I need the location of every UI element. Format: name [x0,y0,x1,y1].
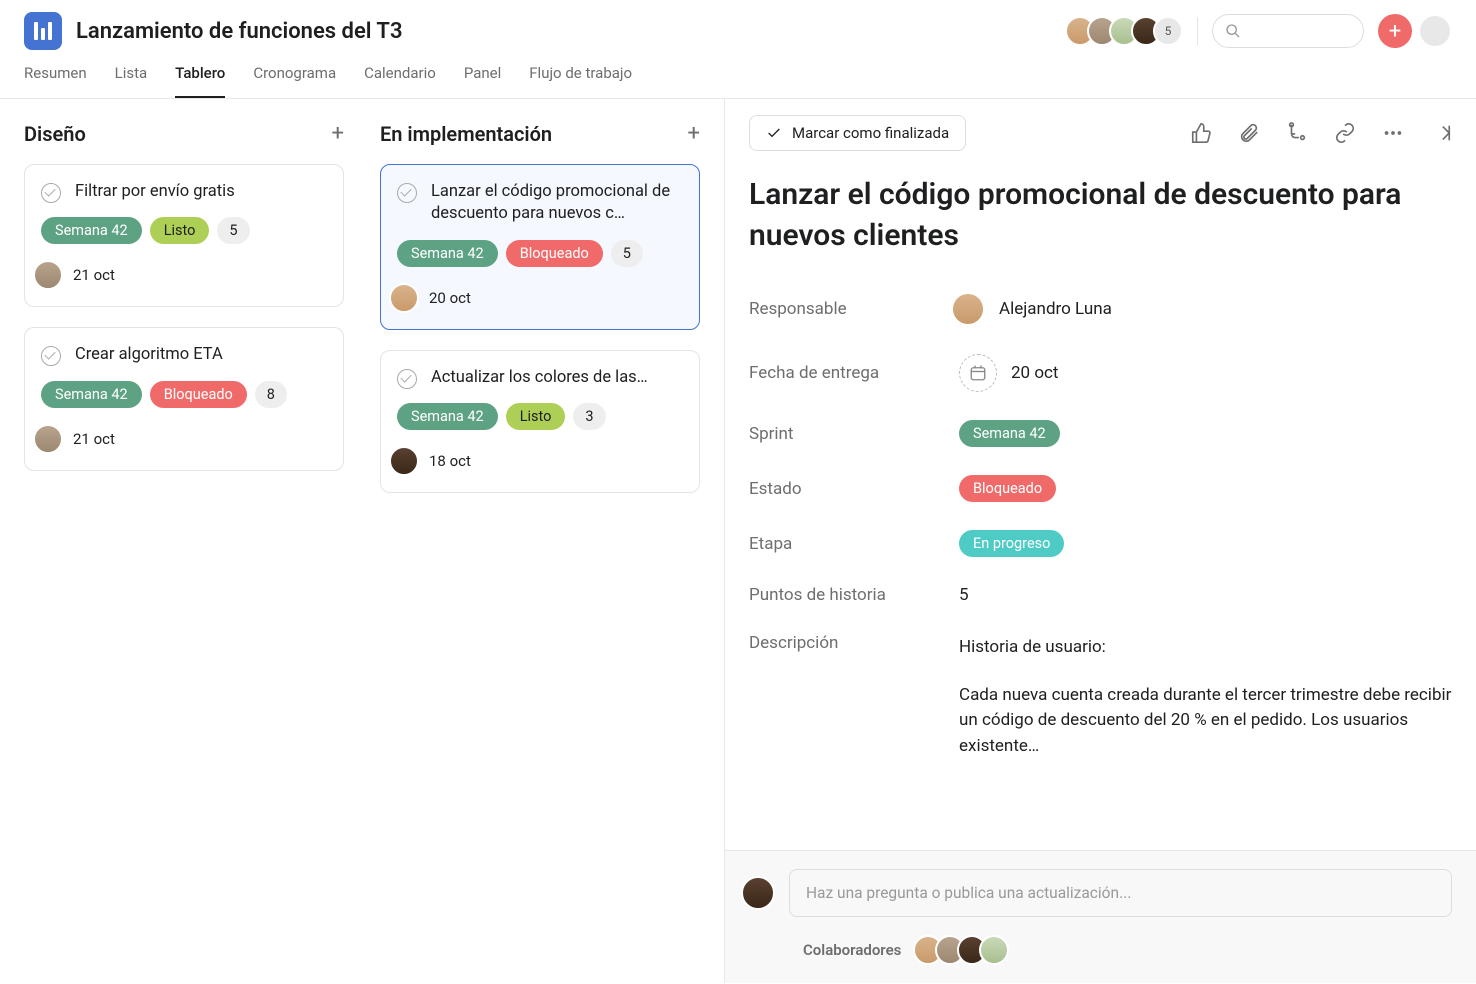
status-chip[interactable]: Bloqueado [959,475,1056,502]
card-assignee-avatar[interactable] [389,446,419,476]
mark-complete-label: Marcar como finalizada [792,124,949,142]
attachment-icon[interactable] [1238,122,1260,144]
card-assignee-avatar[interactable] [389,283,419,313]
close-panel-icon[interactable] [1430,122,1452,144]
subtask-icon[interactable] [1286,122,1308,144]
column-title: Diseño [24,122,86,146]
status-chip[interactable]: Listo [150,217,210,244]
add-card-button[interactable]: + [332,121,344,146]
points-chip: 5 [611,240,643,267]
project-title: Lanzamiento de funciones del T3 [76,19,403,44]
sprint-chip[interactable]: Semana 42 [41,217,142,244]
tab-calendario[interactable]: Calendario [364,64,436,98]
points-chip: 3 [573,403,605,430]
tab-panel[interactable]: Panel [464,64,501,98]
column-title: En implementación [380,122,552,146]
card-title: Actualizar los colores de las… [431,367,648,389]
points-label: Puntos de historia [749,585,959,605]
description-heading: Historia de usuario: [959,635,1452,661]
task-card[interactable]: Actualizar los colores de las… Semana 42… [380,350,700,493]
avatar[interactable] [979,935,1009,965]
link-icon[interactable] [1334,122,1356,144]
project-logo[interactable] [24,12,62,50]
card-date: 21 oct [73,430,115,448]
comment-avatar [741,876,775,910]
description-body[interactable]: Cada nueva cuenta creada durante el terc… [959,683,1452,760]
due-date-label: Fecha de entrega [749,363,959,383]
points-chip: 5 [217,217,249,244]
points-value[interactable]: 5 [959,585,969,605]
check-icon [766,125,782,141]
assignee-name: Alejandro Luna [999,299,1112,319]
sprint-chip[interactable]: Semana 42 [959,420,1060,447]
collaborators-label: Colaboradores [803,941,901,959]
complete-toggle[interactable] [41,346,61,366]
tab-flujo-de-trabajo[interactable]: Flujo de trabajo [529,64,632,98]
card-date: 20 oct [429,289,471,307]
card-date: 21 oct [73,266,115,284]
card-assignee-avatar[interactable] [33,260,63,290]
calendar-icon [959,354,997,392]
search-icon [1225,23,1241,39]
complete-toggle[interactable] [41,183,61,203]
tab-lista[interactable]: Lista [115,64,148,98]
mark-complete-button[interactable]: Marcar como finalizada [749,115,966,151]
complete-toggle[interactable] [397,183,417,203]
task-title[interactable]: Lanzar el código promocional de descuent… [749,175,1452,256]
tab-resumen[interactable]: Resumen [24,64,87,98]
stage-label: Etapa [749,534,959,554]
profile-avatar[interactable] [1418,14,1452,48]
sprint-chip[interactable]: Semana 42 [41,381,142,408]
add-button[interactable]: + [1378,14,1412,48]
collaborator-avatars[interactable] [921,935,1009,965]
complete-toggle[interactable] [397,369,417,389]
tab-tablero[interactable]: Tablero [175,64,225,98]
card-date: 18 oct [429,452,471,470]
project-tabs: Resumen Lista Tablero Cronograma Calendario P… [0,50,1476,99]
member-avatars[interactable]: 5 [1073,16,1183,46]
status-chip[interactable]: Listo [506,403,566,430]
sprint-chip[interactable]: Semana 42 [397,240,498,267]
divider [1197,17,1198,45]
add-card-button[interactable]: + [688,121,700,146]
like-icon[interactable] [1190,122,1212,144]
points-chip: 8 [255,381,287,408]
more-icon[interactable] [1382,122,1404,144]
description-label: Descripción [749,633,959,653]
card-title: Filtrar por envío gratis [75,181,235,203]
tab-cronograma[interactable]: Cronograma [253,64,336,98]
status-chip[interactable]: Bloqueado [150,381,247,408]
task-detail-pane: Marcar como finalizada Lanzar el código … [724,99,1476,983]
status-chip[interactable]: Bloqueado [506,240,603,267]
task-card[interactable]: Crear algoritmo ETA Semana 42 Bloqueado … [24,327,344,470]
sprint-chip[interactable]: Semana 42 [397,403,498,430]
stage-chip[interactable]: En progreso [959,530,1064,557]
task-card[interactable]: Filtrar por envío gratis Semana 42 Listo… [24,164,344,307]
assignee-value[interactable]: Alejandro Luna [959,292,1112,326]
sprint-label: Sprint [749,424,959,444]
assignee-avatar [951,292,985,326]
card-assignee-avatar[interactable] [33,424,63,454]
status-label: Estado [749,479,959,499]
task-card[interactable]: Lanzar el código promocional de descuent… [380,164,700,330]
card-title: Lanzar el código promocional de descuent… [431,181,683,226]
card-title: Crear algoritmo ETA [75,344,223,366]
search-input[interactable] [1212,14,1364,48]
assignee-label: Responsable [749,299,959,319]
comment-input[interactable]: Haz una pregunta o publica una actualiza… [789,869,1452,917]
due-date-value[interactable]: 20 oct [959,354,1058,392]
avatar-overflow[interactable]: 5 [1153,16,1183,46]
due-date-text: 20 oct [1011,363,1058,383]
